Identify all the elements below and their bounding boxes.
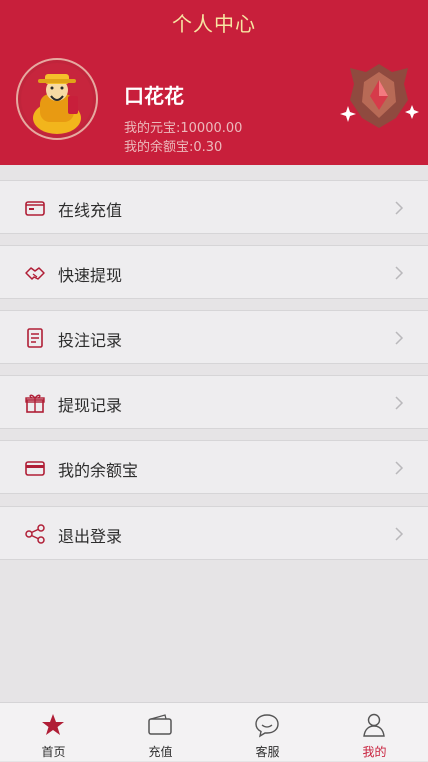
menu-item-yuebao[interactable]: 我的余额宝: [0, 440, 428, 494]
handshake-icon: [25, 267, 45, 280]
rank-badge-icon[interactable]: [338, 60, 420, 132]
tab-label: 充值: [148, 745, 173, 759]
share-icon: [25, 524, 45, 544]
tab-label: 首页: [41, 745, 66, 759]
menu-label: 在线充值: [58, 201, 123, 220]
menu-item-withdraw-records[interactable]: 提现记录: [0, 375, 428, 429]
menu-item-quick-withdraw[interactable]: 快速提现: [0, 245, 428, 299]
profile-header: 个人中心 口花花 我的元宝:10000.00 我的余额宝:0.30: [0, 0, 428, 165]
page-title: 个人中心: [172, 12, 256, 36]
chevron-right-icon: [395, 461, 404, 475]
star-icon: [42, 714, 64, 735]
user-icon: [363, 713, 385, 737]
chevron-right-icon: [395, 331, 404, 345]
card-icon: [25, 461, 45, 476]
menu-item-recharge[interactable]: 在线充值: [0, 180, 428, 234]
chevron-right-icon: [395, 266, 404, 280]
menu-label: 退出登录: [58, 527, 123, 546]
username: 口花花: [124, 84, 184, 108]
menu-item-logout[interactable]: 退出登录: [0, 506, 428, 560]
bottom-tab-bar: 首页 充值 客服 我的: [0, 702, 428, 761]
avatar[interactable]: [16, 58, 98, 140]
wallet-icon: [148, 714, 172, 735]
fortune-god-avatar-icon: [21, 63, 93, 135]
ingot-balance: 我的元宝:10000.00: [124, 121, 243, 136]
chevron-right-icon: [395, 396, 404, 410]
menu-item-bet-records[interactable]: 投注记录: [0, 310, 428, 364]
tab-me[interactable]: 我的: [321, 703, 428, 762]
wallet-icon: [25, 201, 45, 216]
tab-recharge[interactable]: 充值: [107, 703, 214, 762]
chat-bubble-icon: [255, 714, 279, 738]
menu-label: 投注记录: [58, 331, 123, 350]
chevron-right-icon: [395, 201, 404, 215]
tab-label: 我的: [362, 745, 387, 759]
tab-home[interactable]: 首页: [0, 703, 107, 762]
gift-icon: [25, 394, 45, 413]
yuebao-balance: 我的余额宝:0.30: [124, 140, 223, 155]
menu-label: 我的余额宝: [58, 461, 139, 480]
menu-label: 快速提现: [58, 266, 123, 285]
tab-customer-service[interactable]: 客服: [214, 703, 321, 762]
tab-label: 客服: [255, 745, 280, 759]
chevron-right-icon: [395, 527, 404, 541]
menu-label: 提现记录: [58, 396, 123, 415]
receipt-icon: [27, 328, 43, 348]
